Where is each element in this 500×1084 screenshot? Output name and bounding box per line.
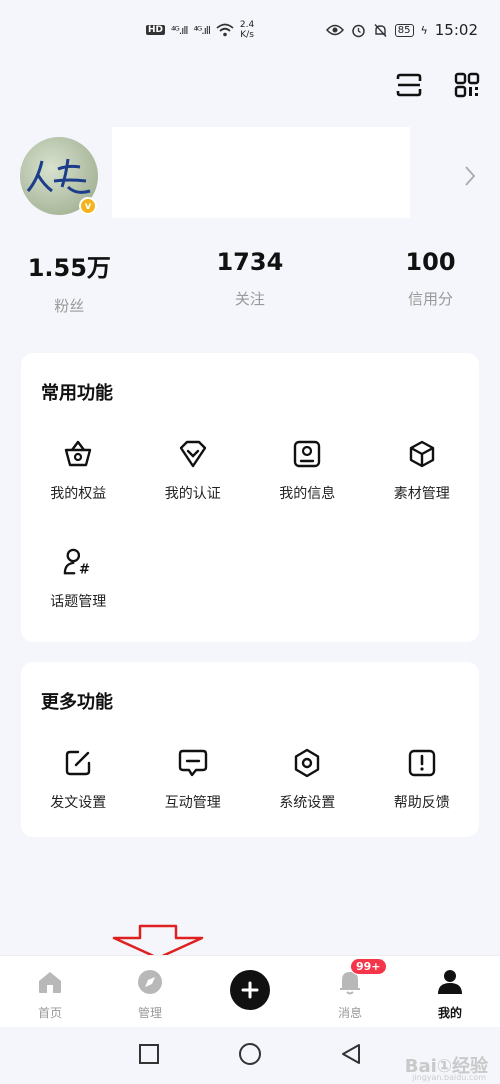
tab-me[interactable]: 我的 — [400, 956, 500, 1027]
stat-label: 关注 — [234, 290, 265, 308]
cube-icon — [407, 439, 437, 469]
compass-icon — [136, 968, 164, 996]
header-actions — [394, 70, 482, 100]
qr-code-icon[interactable] — [452, 70, 482, 100]
stat-value: 1734 — [216, 248, 284, 276]
alarm-icon — [352, 24, 365, 37]
signal-strength-2: ⁴ᴳ.ıll — [193, 23, 210, 37]
hd-indicator: HD — [146, 25, 166, 35]
verified-badge-icon: v — [79, 197, 97, 215]
watermark-url: jingyan.baidu.com — [412, 1073, 486, 1082]
stat-value: 1.55万 — [27, 254, 111, 282]
tab-manage[interactable]: 管理 — [100, 956, 200, 1027]
verified-heart-icon — [178, 439, 208, 469]
tab-label: 首页 — [37, 1006, 62, 1020]
function-post-settings[interactable]: 发文设置 — [21, 748, 136, 856]
tab-messages[interactable]: 99+ 消息 — [300, 956, 400, 1027]
function-label: 我的信息 — [279, 486, 336, 502]
basket-icon — [63, 439, 93, 469]
function-label: 素材管理 — [393, 486, 450, 502]
net-speed: 2.4 K/s — [240, 20, 254, 40]
signal-strength-1: ⁴ᴳ.ıll — [171, 23, 188, 37]
function-label: 帮助反馈 — [393, 795, 450, 811]
edit-icon — [63, 748, 93, 778]
avatar[interactable]: v — [20, 137, 98, 215]
message-icon — [178, 748, 208, 778]
function-label: 我的权益 — [50, 486, 107, 502]
function-label: 话题管理 — [50, 594, 107, 610]
function-my-verification[interactable]: 我的认证 — [136, 439, 251, 547]
function-my-info[interactable]: 我的信息 — [250, 439, 365, 547]
mute-bell-icon — [374, 23, 387, 37]
topic-icon: # — [63, 547, 93, 577]
chevron-right-icon[interactable] — [464, 165, 476, 191]
alert-icon — [407, 748, 437, 778]
stat-following[interactable]: 1734 关注 — [167, 248, 334, 316]
stat-label: 粉丝 — [54, 297, 85, 315]
avatar-calligraphy-image — [26, 158, 91, 194]
back-icon[interactable] — [340, 1043, 362, 1069]
status-left: HD ⁴ᴳ.ıll ⁴ᴳ.ıll 2.4 K/s — [146, 20, 254, 40]
net-speed-value: 2.4 — [239, 20, 255, 30]
stat-label: 信用分 — [407, 290, 453, 308]
function-system-settings[interactable]: 系统设置 — [250, 748, 365, 856]
function-grid: 发文设置 互动管理 系统设置 帮助反馈 — [21, 748, 479, 856]
card-title: 更多功能 — [41, 692, 113, 713]
home-icon — [36, 968, 64, 996]
function-topic-management[interactable]: # 话题管理 — [21, 547, 136, 655]
plus-icon — [230, 970, 270, 1010]
user-card-icon — [292, 439, 322, 469]
profile-name-redacted[interactable] — [112, 127, 410, 218]
function-interaction-management[interactable]: 互动管理 — [136, 748, 251, 856]
eye-icon — [325, 24, 344, 36]
scan-icon[interactable] — [394, 70, 424, 100]
home-button-icon[interactable] — [238, 1042, 262, 1070]
clock: 15:02 — [434, 21, 478, 39]
recent-apps-icon[interactable] — [138, 1043, 160, 1069]
user-icon — [436, 968, 464, 996]
stat-followers[interactable]: 1.55万 粉丝 — [0, 248, 167, 316]
function-label: 互动管理 — [164, 795, 221, 811]
battery-indicator: 85 — [394, 23, 414, 37]
function-label: 发文设置 — [50, 795, 107, 811]
more-functions-card: 更多功能 发文设置 互动管理 系统设置 帮助反馈 — [21, 662, 479, 837]
stat-credit-score[interactable]: 100 信用分 — [333, 248, 500, 316]
tab-home[interactable]: 首页 — [0, 956, 100, 1027]
card-title: 常用功能 — [41, 383, 113, 404]
function-label: 我的认证 — [164, 486, 221, 502]
message-count-badge: 99+ — [350, 958, 387, 975]
settings-icon — [292, 748, 322, 778]
common-functions-card: 常用功能 我的权益 我的认证 我的信息 素材管理 # 话题管理 — [21, 353, 479, 642]
wifi-icon — [216, 23, 234, 37]
status-bar: HD ⁴ᴳ.ıll ⁴ᴳ.ıll 2.4 K/s 85 ϟ 15:02 — [0, 0, 500, 60]
bottom-tab-bar: 首页 管理 99+ 消息 我的 — [0, 955, 500, 1027]
tab-label: 我的 — [437, 1006, 462, 1020]
tab-label: 消息 — [337, 1006, 362, 1020]
function-label: 系统设置 — [279, 795, 336, 811]
profile-stats: 1.55万 粉丝 1734 关注 100 信用分 — [0, 248, 500, 316]
tab-create[interactable] — [200, 956, 300, 1027]
function-my-benefits[interactable]: 我的权益 — [21, 439, 136, 547]
system-navigation-bar: Bai①经验 jingyan.baidu.com — [0, 1027, 500, 1084]
svg-text:#: # — [79, 562, 90, 577]
function-grid: 我的权益 我的认证 我的信息 素材管理 # 话题管理 — [21, 439, 479, 655]
status-right: 85 ϟ 15:02 — [325, 21, 478, 39]
net-speed-unit: K/s — [240, 30, 254, 40]
function-help-feedback[interactable]: 帮助反馈 — [365, 748, 480, 856]
stat-value: 100 — [405, 248, 456, 276]
charging-icon: ϟ — [420, 23, 428, 37]
tab-label: 管理 — [137, 1006, 162, 1020]
function-material-management[interactable]: 素材管理 — [365, 439, 480, 547]
